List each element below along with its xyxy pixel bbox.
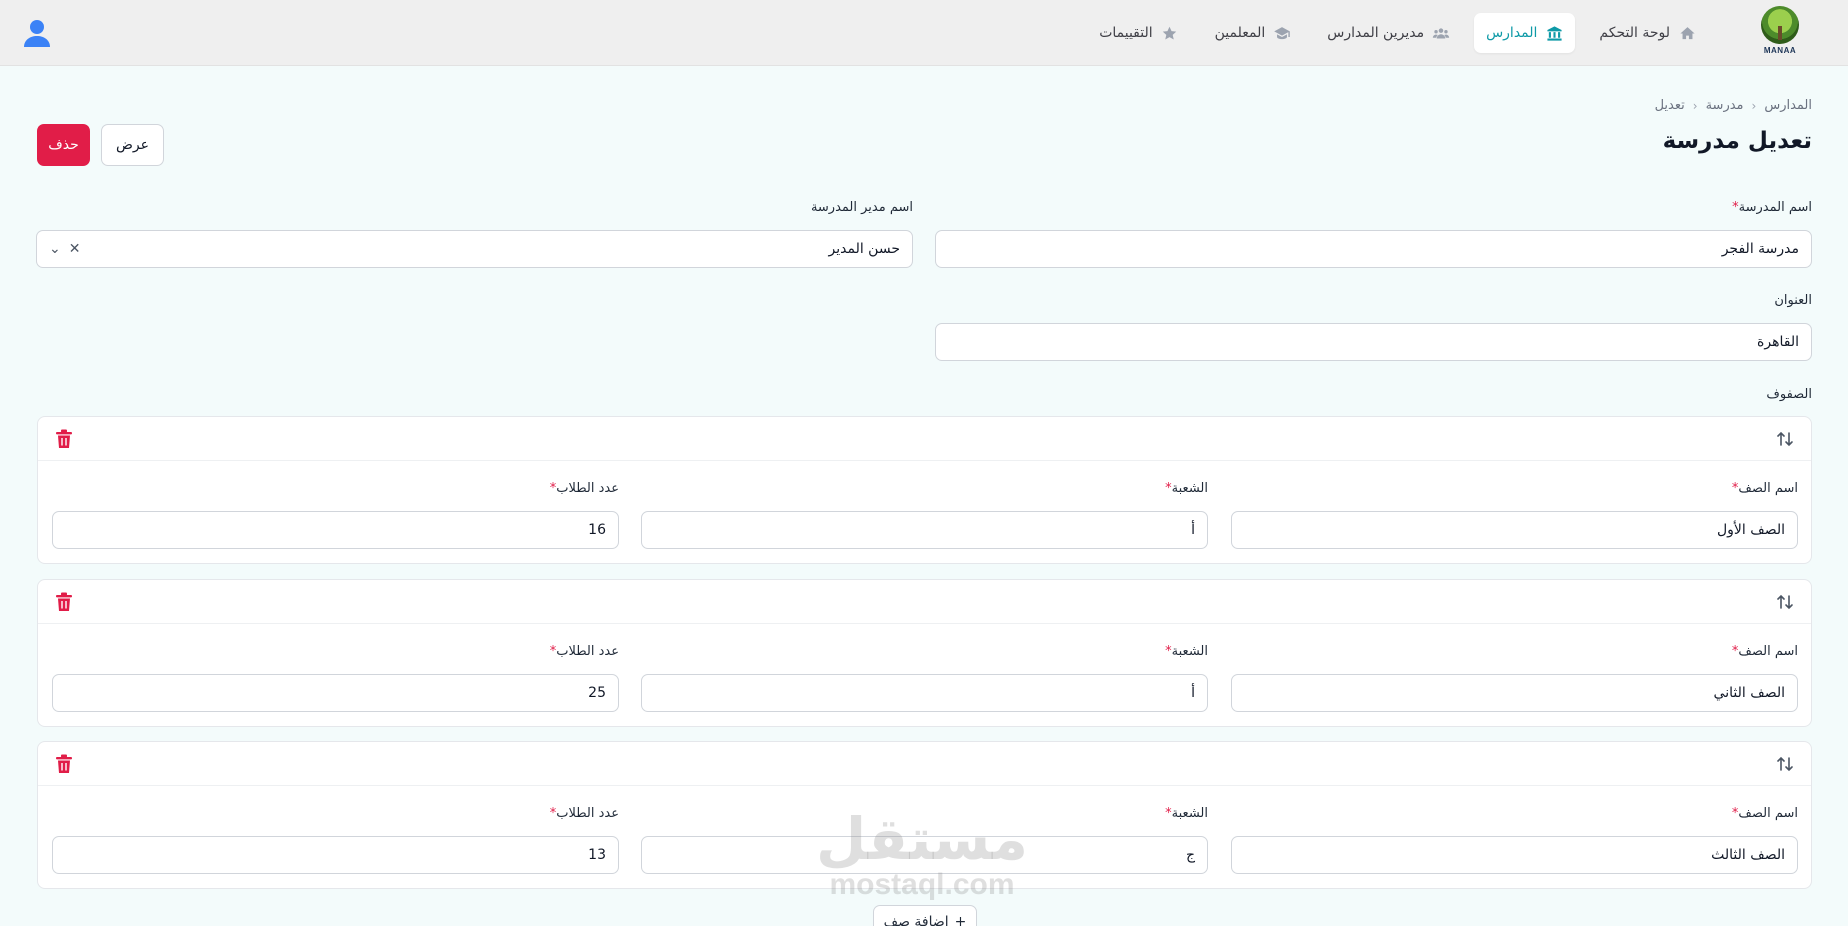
class-name-label: اسم الصف*	[1731, 644, 1798, 659]
home-icon	[1678, 24, 1696, 42]
students-value: 16	[588, 522, 606, 538]
students-input[interactable]: 16	[52, 511, 619, 549]
class-name-value: الصف الثالث	[1711, 847, 1785, 863]
school-name-value: مدرسة الفجر	[1721, 241, 1799, 257]
breadcrumb-item-edit: تعديل	[1654, 98, 1685, 113]
class-card: اسم الصف* الصف الثالث الشعبة* ج عدد الطل…	[37, 741, 1812, 889]
trash-icon[interactable]	[53, 754, 73, 774]
users-icon	[1432, 24, 1450, 42]
class-name-label: اسم الصف*	[1731, 806, 1798, 821]
user-avatar-icon[interactable]	[22, 18, 52, 48]
section-input[interactable]: ج	[641, 836, 1208, 874]
manager-name-label: اسم مدير المدرسة	[810, 200, 913, 215]
page-title: تعديل مدرسة	[1662, 128, 1812, 154]
classes-label: الصفوف	[1766, 387, 1812, 402]
class-name-label-text: اسم الصف	[1738, 644, 1798, 659]
address-input[interactable]: القاهرة	[935, 323, 1812, 361]
breadcrumb-item-schools[interactable]: المدارس	[1764, 98, 1812, 113]
section-value: ج	[1185, 847, 1195, 863]
chevron-down-icon[interactable]: ⌄	[49, 241, 61, 257]
breadcrumb: المدارس ‹ مدرسة ‹ تعديل	[1655, 98, 1812, 113]
students-label-text: عدد الطلاب	[556, 806, 619, 821]
manager-name-value: حسن المدير	[828, 241, 900, 257]
top-navbar: MANAA لوحة التحكم المدارس مديرين المدارس	[0, 0, 1848, 66]
nav-item-label: لوحة التحكم	[1599, 25, 1670, 41]
reorder-icon[interactable]	[1775, 754, 1795, 774]
class-card-header	[38, 417, 1811, 461]
class-card: اسم الصف* الصف الثاني الشعبة* أ عدد الطل…	[37, 579, 1812, 727]
trash-icon[interactable]	[53, 592, 73, 612]
add-class-label: إضافة صف	[883, 914, 949, 926]
chevron-left-icon: ‹	[1751, 98, 1757, 113]
reorder-icon[interactable]	[1775, 592, 1795, 612]
nav-item-label: المدارس	[1486, 25, 1538, 41]
page: MANAA لوحة التحكم المدارس مديرين المدارس	[0, 0, 1848, 926]
students-label-text: عدد الطلاب	[556, 481, 619, 496]
main-nav: لوحة التحكم المدارس مديرين المدارس المعل…	[1087, 12, 1708, 54]
section-input[interactable]: أ	[641, 674, 1208, 712]
chevron-left-icon: ‹	[1692, 98, 1698, 113]
students-label: عدد الطلاب*	[549, 644, 619, 659]
star-icon	[1161, 24, 1179, 42]
class-name-value: الصف الثاني	[1713, 685, 1785, 701]
section-label: الشعبة*	[1164, 644, 1208, 659]
section-value: أ	[1191, 685, 1195, 701]
section-label-text: الشعبة	[1171, 481, 1208, 496]
plus-icon: +	[954, 914, 967, 926]
school-name-label-text: اسم المدرسة	[1738, 200, 1812, 215]
clear-icon[interactable]: ✕	[69, 241, 81, 257]
breadcrumb-item-school[interactable]: مدرسة	[1706, 98, 1744, 113]
tree-logo-icon	[1761, 6, 1799, 44]
students-label: عدد الطلاب*	[549, 481, 619, 496]
nav-item-school-managers[interactable]: مديرين المدارس	[1315, 13, 1462, 53]
section-label: الشعبة*	[1164, 806, 1208, 821]
section-value: أ	[1191, 522, 1195, 538]
section-label: الشعبة*	[1164, 481, 1208, 496]
students-label-text: عدد الطلاب	[556, 644, 619, 659]
graduation-cap-icon	[1273, 24, 1291, 42]
school-name-input[interactable]: مدرسة الفجر	[935, 230, 1812, 268]
students-label: عدد الطلاب*	[549, 806, 619, 821]
trash-icon[interactable]	[53, 429, 73, 449]
class-card: اسم الصف* الصف الأول الشعبة* أ عدد الطلا…	[37, 416, 1812, 564]
nav-item-schools[interactable]: المدارس	[1474, 13, 1576, 53]
nav-item-evaluations[interactable]: التقييمات	[1087, 13, 1190, 53]
nav-item-dashboard[interactable]: لوحة التحكم	[1587, 13, 1708, 53]
select-controls: ⌄ ✕	[49, 231, 80, 267]
reorder-icon[interactable]	[1775, 429, 1795, 449]
section-label-text: الشعبة	[1171, 644, 1208, 659]
class-name-input[interactable]: الصف الأول	[1231, 511, 1798, 549]
class-name-label: اسم الصف*	[1731, 481, 1798, 496]
class-name-input[interactable]: الصف الثالث	[1231, 836, 1798, 874]
logo-text: MANAA	[1763, 46, 1797, 55]
address-label: العنوان	[1774, 293, 1812, 308]
nav-item-label: مديرين المدارس	[1327, 25, 1425, 41]
class-name-label-text: اسم الصف	[1738, 481, 1798, 496]
address-value: القاهرة	[1757, 334, 1799, 350]
students-value: 25	[588, 685, 606, 701]
view-button[interactable]: عرض	[101, 124, 164, 166]
class-card-header	[38, 742, 1811, 786]
school-icon	[1545, 24, 1563, 42]
delete-button[interactable]: حذف	[37, 124, 90, 166]
add-class-button[interactable]: + إضافة صف	[873, 905, 977, 926]
manager-name-select[interactable]: حسن المدير ⌄ ✕	[36, 230, 913, 268]
class-name-label-text: اسم الصف	[1738, 806, 1798, 821]
class-card-header	[38, 580, 1811, 624]
class-name-value: الصف الأول	[1716, 522, 1785, 538]
nav-item-label: التقييمات	[1099, 25, 1153, 41]
students-value: 13	[588, 847, 606, 863]
section-input[interactable]: أ	[641, 511, 1208, 549]
class-name-input[interactable]: الصف الثاني	[1231, 674, 1798, 712]
students-input[interactable]: 25	[52, 674, 619, 712]
students-input[interactable]: 13	[52, 836, 619, 874]
nav-item-teachers[interactable]: المعلمين	[1203, 13, 1304, 53]
nav-item-label: المعلمين	[1214, 25, 1266, 41]
school-name-label: اسم المدرسة*	[1731, 200, 1812, 215]
brand-logo[interactable]: MANAA	[1757, 6, 1803, 60]
section-label-text: الشعبة	[1171, 806, 1208, 821]
